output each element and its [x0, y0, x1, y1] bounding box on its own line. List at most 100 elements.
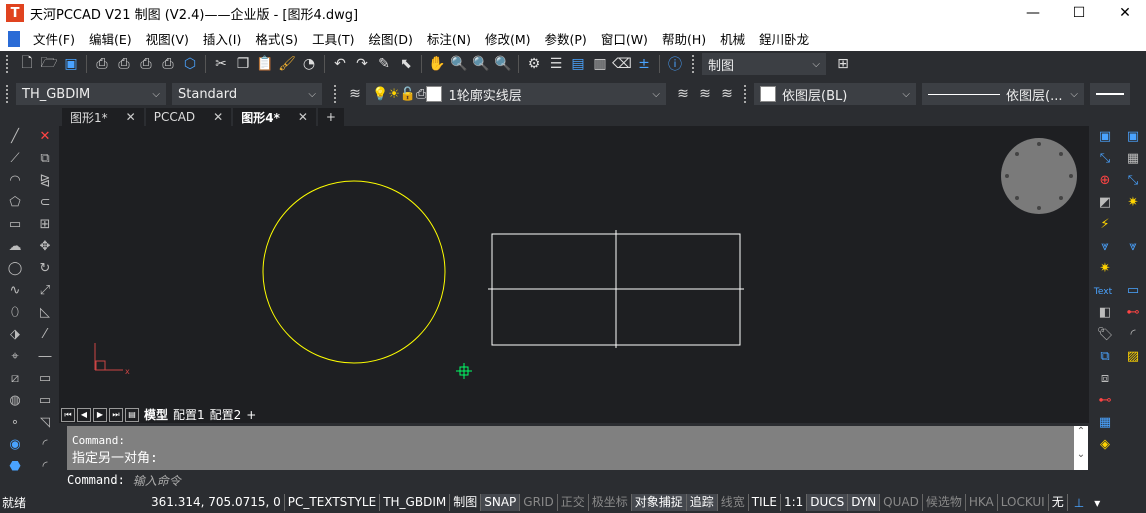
copy-object-icon[interactable]: ⧉: [35, 148, 55, 168]
properties-icon[interactable]: ☰: [546, 54, 566, 74]
move-icon[interactable]: ✥: [35, 236, 55, 256]
add-tab-button[interactable]: +: [317, 108, 344, 126]
zoom-window-icon[interactable]: 🔍: [449, 54, 469, 74]
command-input[interactable]: 输入命令: [133, 472, 181, 489]
tool-palette-icon[interactable]: ▥: [590, 54, 610, 74]
toolbar-grip[interactable]: [6, 55, 10, 73]
layer-previous-icon[interactable]: ≋: [695, 84, 715, 104]
close-button[interactable]: ✕: [1102, 0, 1146, 26]
status-toggle[interactable]: TH_GBDIM: [380, 494, 451, 511]
menu-file[interactable]: 文件(F): [26, 29, 82, 48]
status-toggle[interactable]: 线宽: [718, 494, 749, 511]
array-icon[interactable]: ⊞: [35, 214, 55, 234]
circle-entity[interactable]: [262, 180, 446, 364]
explode-icon[interactable]: ◜: [35, 456, 55, 476]
insert-block-icon[interactable]: ⬗: [5, 324, 25, 344]
app-menu-icon[interactable]: [8, 30, 20, 47]
polyline-icon[interactable]: ⟋: [5, 148, 25, 168]
mirror-icon[interactable]: ⧎: [35, 170, 55, 190]
tab-drawing1[interactable]: 图形1* ✕: [62, 108, 144, 126]
menu-help[interactable]: 帮助(H): [655, 29, 713, 48]
menu-format[interactable]: 格式(S): [248, 29, 305, 48]
arc-icon[interactable]: ◠: [5, 170, 25, 190]
datum-icon[interactable]: ⊷: [1095, 390, 1115, 410]
layer-unlock-icon[interactable]: 🔓: [400, 87, 416, 102]
minimize-button[interactable]: —: [1010, 0, 1056, 26]
close-icon[interactable]: ✕: [298, 110, 308, 124]
library-icon[interactable]: ◈: [1095, 434, 1115, 454]
drawing-canvas[interactable]: x: [59, 126, 1089, 406]
spline-icon[interactable]: ∿: [5, 280, 25, 300]
workspace-select[interactable]: 制图 ⌵: [702, 53, 826, 75]
toolbar-grip[interactable]: [744, 85, 748, 103]
menu-modify[interactable]: 修改(M): [478, 29, 538, 48]
match-properties-icon[interactable]: 🖌: [277, 54, 297, 74]
ellipse-icon[interactable]: ⬯: [5, 302, 25, 322]
menu-draw[interactable]: 绘图(D): [361, 29, 419, 48]
layer-plot-icon[interactable]: ⎙: [416, 87, 426, 102]
detail-icon[interactable]: ⧈: [1095, 368, 1115, 388]
magic-icon[interactable]: ✷: [1095, 258, 1115, 278]
plus-minus-icon[interactable]: ±: [634, 54, 654, 74]
coordinates-readout[interactable]: 361.314, 705.0715, 0: [148, 494, 285, 511]
balloon-icon[interactable]: ⧉: [1095, 346, 1115, 366]
color-select[interactable]: 依图层(BL) ⌵: [754, 83, 916, 105]
layer-thaw-icon[interactable]: ☀: [388, 87, 400, 102]
menu-plugin[interactable]: 鋥川卧龙: [752, 29, 816, 48]
design-center-icon[interactable]: ▤: [568, 54, 588, 74]
trim-icon[interactable]: ⁄: [35, 324, 55, 344]
maximize-button[interactable]: ☐: [1056, 0, 1102, 26]
menu-window[interactable]: 窗口(W): [594, 29, 655, 48]
tab-model[interactable]: 模型: [144, 406, 168, 423]
revcloud-icon[interactable]: ☁: [5, 236, 25, 256]
status-toggle[interactable]: DUCS: [807, 494, 849, 511]
paste-icon[interactable]: 📋: [255, 54, 275, 74]
toolbar-grip[interactable]: [6, 85, 10, 103]
dim-icon[interactable]: ⤡: [1123, 170, 1143, 190]
eraser-icon[interactable]: ⌫: [612, 54, 632, 74]
textstyle-select[interactable]: Standard ⌵: [172, 83, 322, 105]
grid-icon[interactable]: ▦: [1123, 148, 1143, 168]
status-toggle[interactable]: 正交: [558, 494, 589, 511]
open-file-icon[interactable]: 🗁: [39, 54, 59, 74]
status-toggle[interactable]: 1:1: [781, 494, 808, 511]
status-toggle[interactable]: 候选物: [923, 494, 966, 511]
last-layout-icon[interactable]: ⏭: [109, 407, 123, 422]
status-toggle[interactable]: 制图: [450, 494, 482, 511]
break-icon[interactable]: ▭: [35, 368, 55, 388]
line-icon[interactable]: ╱: [5, 126, 25, 146]
fillet-icon[interactable]: ◜: [35, 434, 55, 454]
layer-states-icon[interactable]: ≋: [717, 84, 737, 104]
menu-view[interactable]: 视图(V): [139, 29, 196, 48]
tab-pccad[interactable]: PCCAD ✕: [145, 108, 232, 126]
status-toggle[interactable]: DYN: [848, 494, 881, 511]
tag-icon[interactable]: 🏷: [1095, 324, 1115, 344]
save-icon[interactable]: ▣: [61, 54, 81, 74]
workspace-grid-icon[interactable]: ⊞: [833, 54, 853, 74]
toolbar-grip[interactable]: [692, 55, 696, 73]
chamfer-icon[interactable]: ◹: [35, 412, 55, 432]
ucs-status-icon[interactable]: ⊥: [1074, 496, 1084, 510]
chevron-icon[interactable]: ⩔: [1123, 236, 1143, 256]
close-icon[interactable]: ✕: [213, 110, 223, 124]
tab-drawing4[interactable]: 图形4* ✕: [233, 108, 316, 126]
settings-icon[interactable]: ⚙: [524, 54, 544, 74]
print-icon[interactable]: ⎙: [92, 54, 112, 74]
first-layout-icon[interactable]: ⏮: [61, 407, 75, 422]
bom-icon[interactable]: ▦: [1095, 412, 1115, 432]
status-toggle[interactable]: 极坐标: [589, 494, 632, 511]
status-toggle[interactable]: GRID: [520, 494, 558, 511]
roughness-icon[interactable]: ◜: [1123, 324, 1143, 344]
select-icon[interactable]: ⬉: [396, 54, 416, 74]
offset-icon[interactable]: ⊂: [35, 192, 55, 212]
hatch-pattern-icon[interactable]: ▨: [1123, 346, 1143, 366]
plot-icon[interactable]: ⎙: [136, 54, 156, 74]
scroll-down-icon[interactable]: ⌄: [1074, 449, 1088, 460]
status-toggle[interactable]: 追踪: [686, 494, 718, 511]
status-toggle[interactable]: SNAP: [481, 494, 521, 511]
section-icon[interactable]: ◩: [1095, 192, 1115, 212]
extend-icon[interactable]: ―: [35, 346, 55, 366]
tolerance-icon[interactable]: ⊷: [1123, 302, 1143, 322]
text-tool[interactable]: Text: [1093, 282, 1113, 302]
undo-icon[interactable]: ↶: [330, 54, 350, 74]
